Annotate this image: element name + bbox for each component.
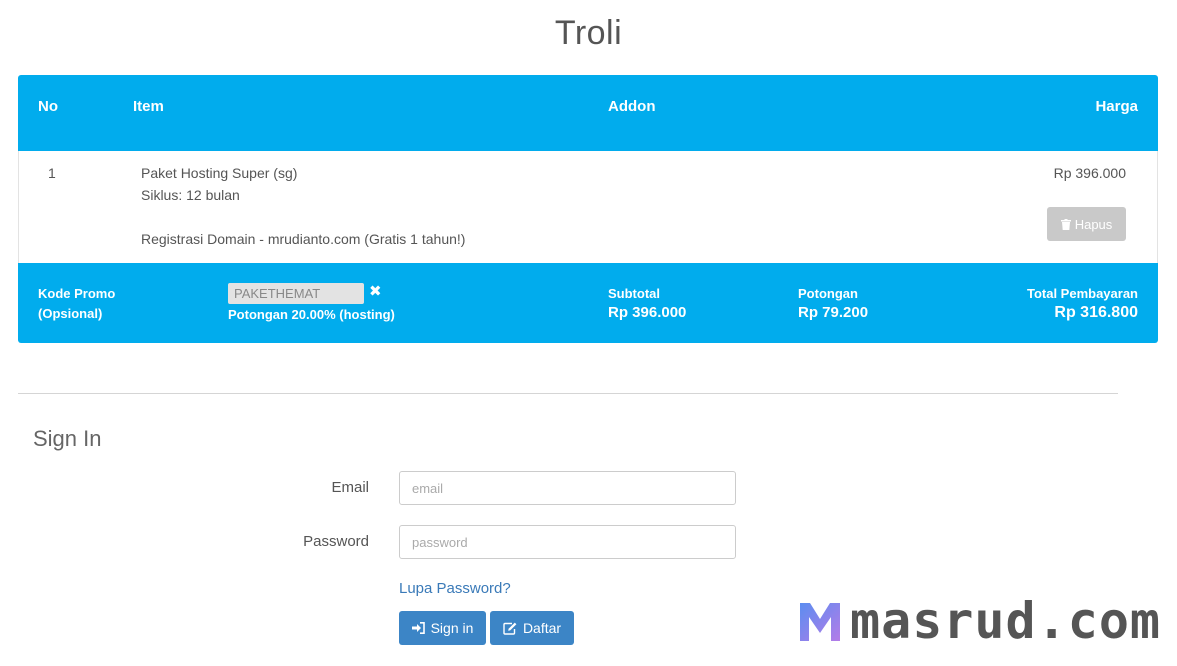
remove-item-label: Hapus (1074, 216, 1113, 232)
signin-title: Sign In (33, 426, 102, 451)
item-domain: Registrasi Domain - mrudianto.com (Grati… (141, 231, 466, 247)
item-price: Rp 396.000 (1053, 165, 1126, 181)
item-number: 1 (48, 165, 56, 181)
subtotal-value: Rp 396.000 (608, 304, 687, 321)
cart-table: No Item Addon Harga 1 Paket Hosting Supe… (18, 75, 1158, 343)
trash-icon (1060, 218, 1071, 230)
page-title: Troli (554, 14, 623, 52)
watermark-text: masrud.com (850, 592, 1162, 650)
total-block: Total Pembayaran Rp 316.800 (1027, 286, 1138, 322)
discount-label: Potongan (798, 286, 858, 301)
promo-label-line1: Kode Promo (38, 286, 116, 301)
total-label: Total Pembayaran (1026, 286, 1138, 301)
discount-value: Rp 79.200 (798, 304, 869, 321)
cart-summary: Kode Promo (Opsional) ✖ Potongan 20.00% … (18, 263, 1158, 343)
promo-label: Kode Promo (Opsional) (38, 284, 115, 324)
cart-header: No Item Addon Harga (18, 75, 1158, 151)
header-addon: Addon (608, 98, 656, 115)
password-field[interactable] (399, 525, 736, 559)
subtotal-label: Subtotal (608, 286, 660, 301)
remove-item-button[interactable]: Hapus (1047, 207, 1126, 241)
register-button[interactable]: Daftar (490, 611, 574, 645)
item-name: Paket Hosting Super (sg) (141, 165, 298, 181)
promo-label-line2: (Opsional) (38, 306, 103, 321)
total-value: Rp 316.800 (1054, 304, 1138, 321)
header-price: Harga (1095, 98, 1138, 115)
item-cycle: Siklus: 12 bulan (141, 187, 240, 203)
register-button-label: Daftar (522, 620, 562, 636)
section-divider (18, 393, 1118, 394)
watermark: masrud.com (798, 592, 1161, 650)
discount-block: Potongan Rp 79.200 (798, 286, 868, 321)
sign-in-icon (411, 622, 425, 634)
edit-icon (503, 622, 517, 635)
close-icon[interactable]: ✖ (369, 282, 382, 300)
password-label: Password (303, 533, 369, 550)
signin-button[interactable]: Sign in (399, 611, 486, 645)
signin-button-label: Sign in (430, 620, 474, 636)
email-label: Email (331, 479, 369, 496)
promo-code-input[interactable] (228, 283, 364, 304)
forgot-password-link[interactable]: Lupa Password? (399, 580, 511, 597)
promo-description: Potongan 20.00% (hosting) (228, 307, 395, 322)
email-field[interactable] (399, 471, 736, 505)
header-item: Item (133, 98, 164, 115)
m-logo (800, 603, 840, 641)
subtotal-block: Subtotal Rp 396.000 (608, 286, 686, 321)
cart-item-row: 1 Paket Hosting Super (sg) Siklus: 12 bu… (18, 151, 1158, 263)
header-no: No (38, 98, 58, 115)
